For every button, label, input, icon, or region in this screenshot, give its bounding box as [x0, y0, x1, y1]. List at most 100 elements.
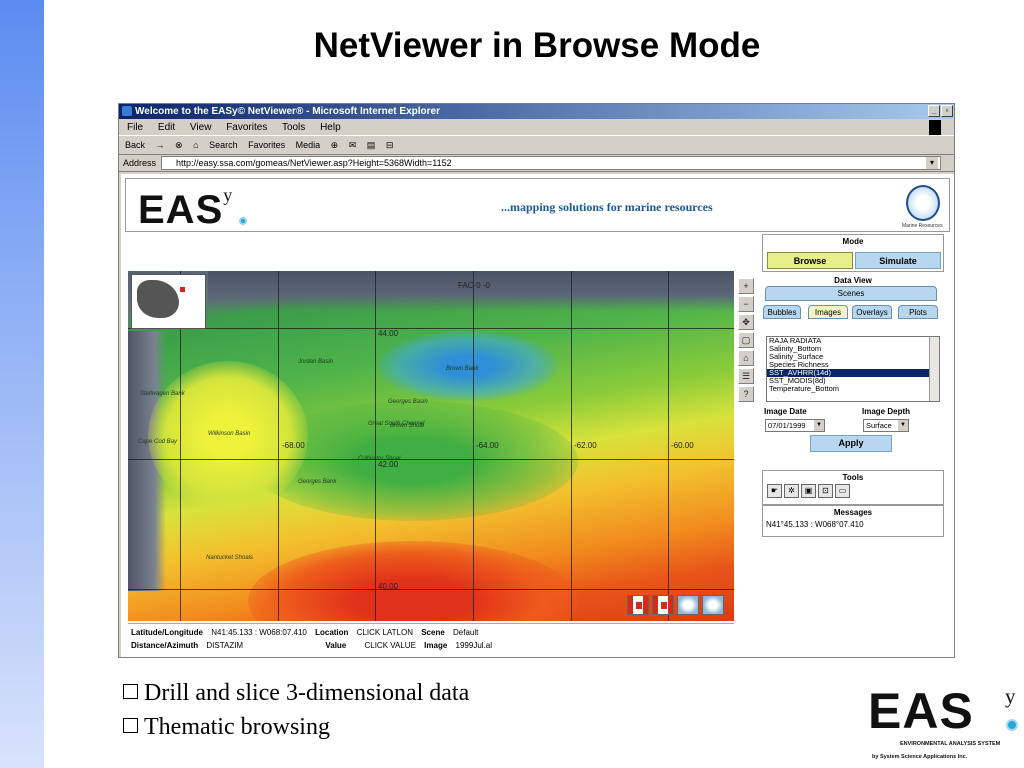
map-land-north: [208, 271, 734, 311]
brand-tagline: ENVIRONMENTAL ANALYSIS SYSTEM: [900, 741, 1001, 747]
menu-file[interactable]: File: [127, 122, 143, 133]
lat-label: 44.00: [378, 329, 399, 338]
legend-icon[interactable]: ☰: [738, 368, 754, 384]
map-top-label: FAC-0 -0: [458, 281, 491, 290]
search-button[interactable]: Search: [209, 140, 238, 150]
browser-title-bar: Welcome to the EASy© NetViewer® - Micros…: [119, 104, 954, 119]
tab-bubbles[interactable]: Bubbles: [763, 305, 801, 319]
browser-menu-bar: File Edit View Favorites Tools Help: [119, 119, 954, 136]
map-toolbar: + − ✥ ▢ ⌂ ☰ ?: [738, 278, 756, 402]
globe-icon[interactable]: ✲: [784, 484, 799, 498]
app-header: EASy ...mapping solutions for marine res…: [125, 178, 950, 232]
help-icon[interactable]: ?: [738, 386, 754, 402]
media-button[interactable]: Media: [296, 140, 321, 150]
full-extent-icon[interactable]: ▢: [738, 332, 754, 348]
list-item[interactable]: Temperature_Bottom: [767, 385, 939, 393]
latlon-label: Latitude/Longitude: [131, 628, 203, 637]
blank-icon[interactable]: ▭: [835, 484, 850, 498]
menu-favorites[interactable]: Favorites: [226, 122, 267, 133]
messages-value: N41°45.133 : W068°07.410: [766, 520, 864, 529]
home-icon[interactable]: ⌂: [738, 350, 754, 366]
map-view[interactable]: 44.00 42.00 40.00 -68.00 -64.00 -62.00 -…: [128, 271, 734, 621]
location-value: CLICK LATLON: [356, 628, 413, 637]
map-status-bar: Latitude/Longitude N41:45.133 : W068:07.…: [128, 623, 734, 655]
address-label: Address: [123, 158, 157, 168]
address-dropdown-icon[interactable]: ▾: [926, 157, 938, 169]
scene-label: Scene: [421, 628, 445, 637]
stop-button[interactable]: ⊗: [175, 140, 183, 150]
menu-edit[interactable]: Edit: [158, 122, 175, 133]
scene-value: Default: [453, 628, 479, 637]
grid-line: [128, 328, 734, 329]
grid-line: [128, 589, 734, 590]
forward-button[interactable]: →: [156, 140, 165, 150]
image-list[interactable]: RAJA RADIATA Salinity_Bottom Salinity_Su…: [766, 336, 940, 402]
tab-plots[interactable]: Plots: [898, 305, 938, 319]
print-button[interactable]: ▤: [367, 140, 376, 150]
select-icon[interactable]: ▣: [801, 484, 816, 498]
edit-button[interactable]: ⊟: [386, 140, 394, 150]
latlon-value: N41:45.133 : W068:07.410: [211, 628, 307, 637]
menu-view[interactable]: View: [190, 122, 212, 133]
bank-label: Stellwagen Bank: [140, 391, 185, 397]
overview-map-inset[interactable]: [131, 274, 206, 329]
image-depth-label: Image Depth: [862, 407, 911, 416]
image-depth-select[interactable]: Surface ▼: [863, 419, 909, 432]
address-bar: Address http://easy.ssa.com/gomeas/NetVi…: [119, 155, 954, 172]
value-value: CLICK VALUE: [364, 641, 416, 650]
hand-icon[interactable]: ☛: [767, 484, 782, 498]
home-button[interactable]: ⌂: [193, 140, 198, 150]
browser-toolbar: Back → ⊗ ⌂ Search Favorites Media ⊕ ✉ ▤ …: [119, 136, 954, 155]
favorites-button[interactable]: Favorites: [248, 140, 285, 150]
brand-sup: y: [1005, 684, 1016, 708]
lon-label: -62.00: [574, 441, 597, 450]
bank-label: Brown Bank: [446, 366, 479, 372]
pan-icon[interactable]: ✥: [738, 314, 754, 330]
location-marker-icon: [180, 287, 185, 292]
slide-bullets: Drill and slice 3-dimensional data Thema…: [123, 676, 469, 744]
history-button[interactable]: ⊕: [331, 140, 339, 150]
menu-tools[interactable]: Tools: [282, 122, 305, 133]
grid-line: [571, 271, 572, 621]
zoom-out-icon[interactable]: −: [738, 296, 754, 312]
restore-icon[interactable]: ▫: [941, 105, 953, 117]
menu-help[interactable]: Help: [320, 122, 341, 133]
messages-title: Messages: [833, 508, 873, 517]
zoom-box-icon[interactable]: ⊡: [818, 484, 833, 498]
tools-title: Tools: [842, 473, 864, 482]
tab-overlays[interactable]: Overlays: [852, 305, 892, 319]
checkbox-bullet-icon: [123, 684, 138, 699]
bank-label: Georges Basin: [388, 399, 428, 405]
mail-button[interactable]: ✉: [349, 140, 357, 150]
agency-logo-icon: [677, 595, 699, 615]
seal-caption: Marine Resources: [902, 223, 943, 229]
browse-button[interactable]: Browse: [767, 252, 853, 269]
bank-label: Wilkinson Basin: [208, 431, 251, 437]
browser-window: Welcome to the EASy© NetViewer® - Micros…: [118, 103, 955, 658]
tab-images[interactable]: Images: [808, 305, 848, 319]
grid-line: [375, 271, 376, 621]
messages-box: Messages N41°45.133 : W068°07.410: [762, 505, 944, 537]
simulate-button[interactable]: Simulate: [855, 252, 941, 269]
apply-button[interactable]: Apply: [810, 435, 892, 452]
lon-label: -64.00: [476, 441, 499, 450]
checkbox-bullet-icon: [123, 718, 138, 733]
value-label: Value: [325, 641, 347, 650]
scenes-button[interactable]: Scenes: [765, 286, 937, 301]
bank-label: Nantucket Shoals: [206, 555, 254, 561]
north-america-shape: [137, 280, 179, 318]
zoom-in-icon[interactable]: +: [738, 278, 754, 294]
window-title: Welcome to the EASy© NetViewer® - Micros…: [135, 106, 440, 117]
list-scrollbar[interactable]: [929, 337, 939, 401]
lon-label: -68.00: [282, 441, 305, 450]
minimize-icon[interactable]: _: [928, 105, 940, 117]
address-input[interactable]: http://easy.ssa.com/gomeas/NetViewer.asp…: [161, 156, 941, 170]
back-button[interactable]: Back: [125, 140, 145, 150]
grid-line: [473, 271, 474, 621]
distance-label: Distance/Azimuth: [131, 641, 199, 650]
brand-byline: by System Science Applications Inc.: [872, 754, 968, 760]
image-date-select[interactable]: 07/01/1999 ▼: [765, 419, 825, 432]
netviewer-page: EASy ...mapping solutions for marine res…: [121, 174, 954, 657]
brand-wordmark: EAS: [868, 683, 974, 739]
bank-label: Jordan Basin: [298, 359, 334, 365]
